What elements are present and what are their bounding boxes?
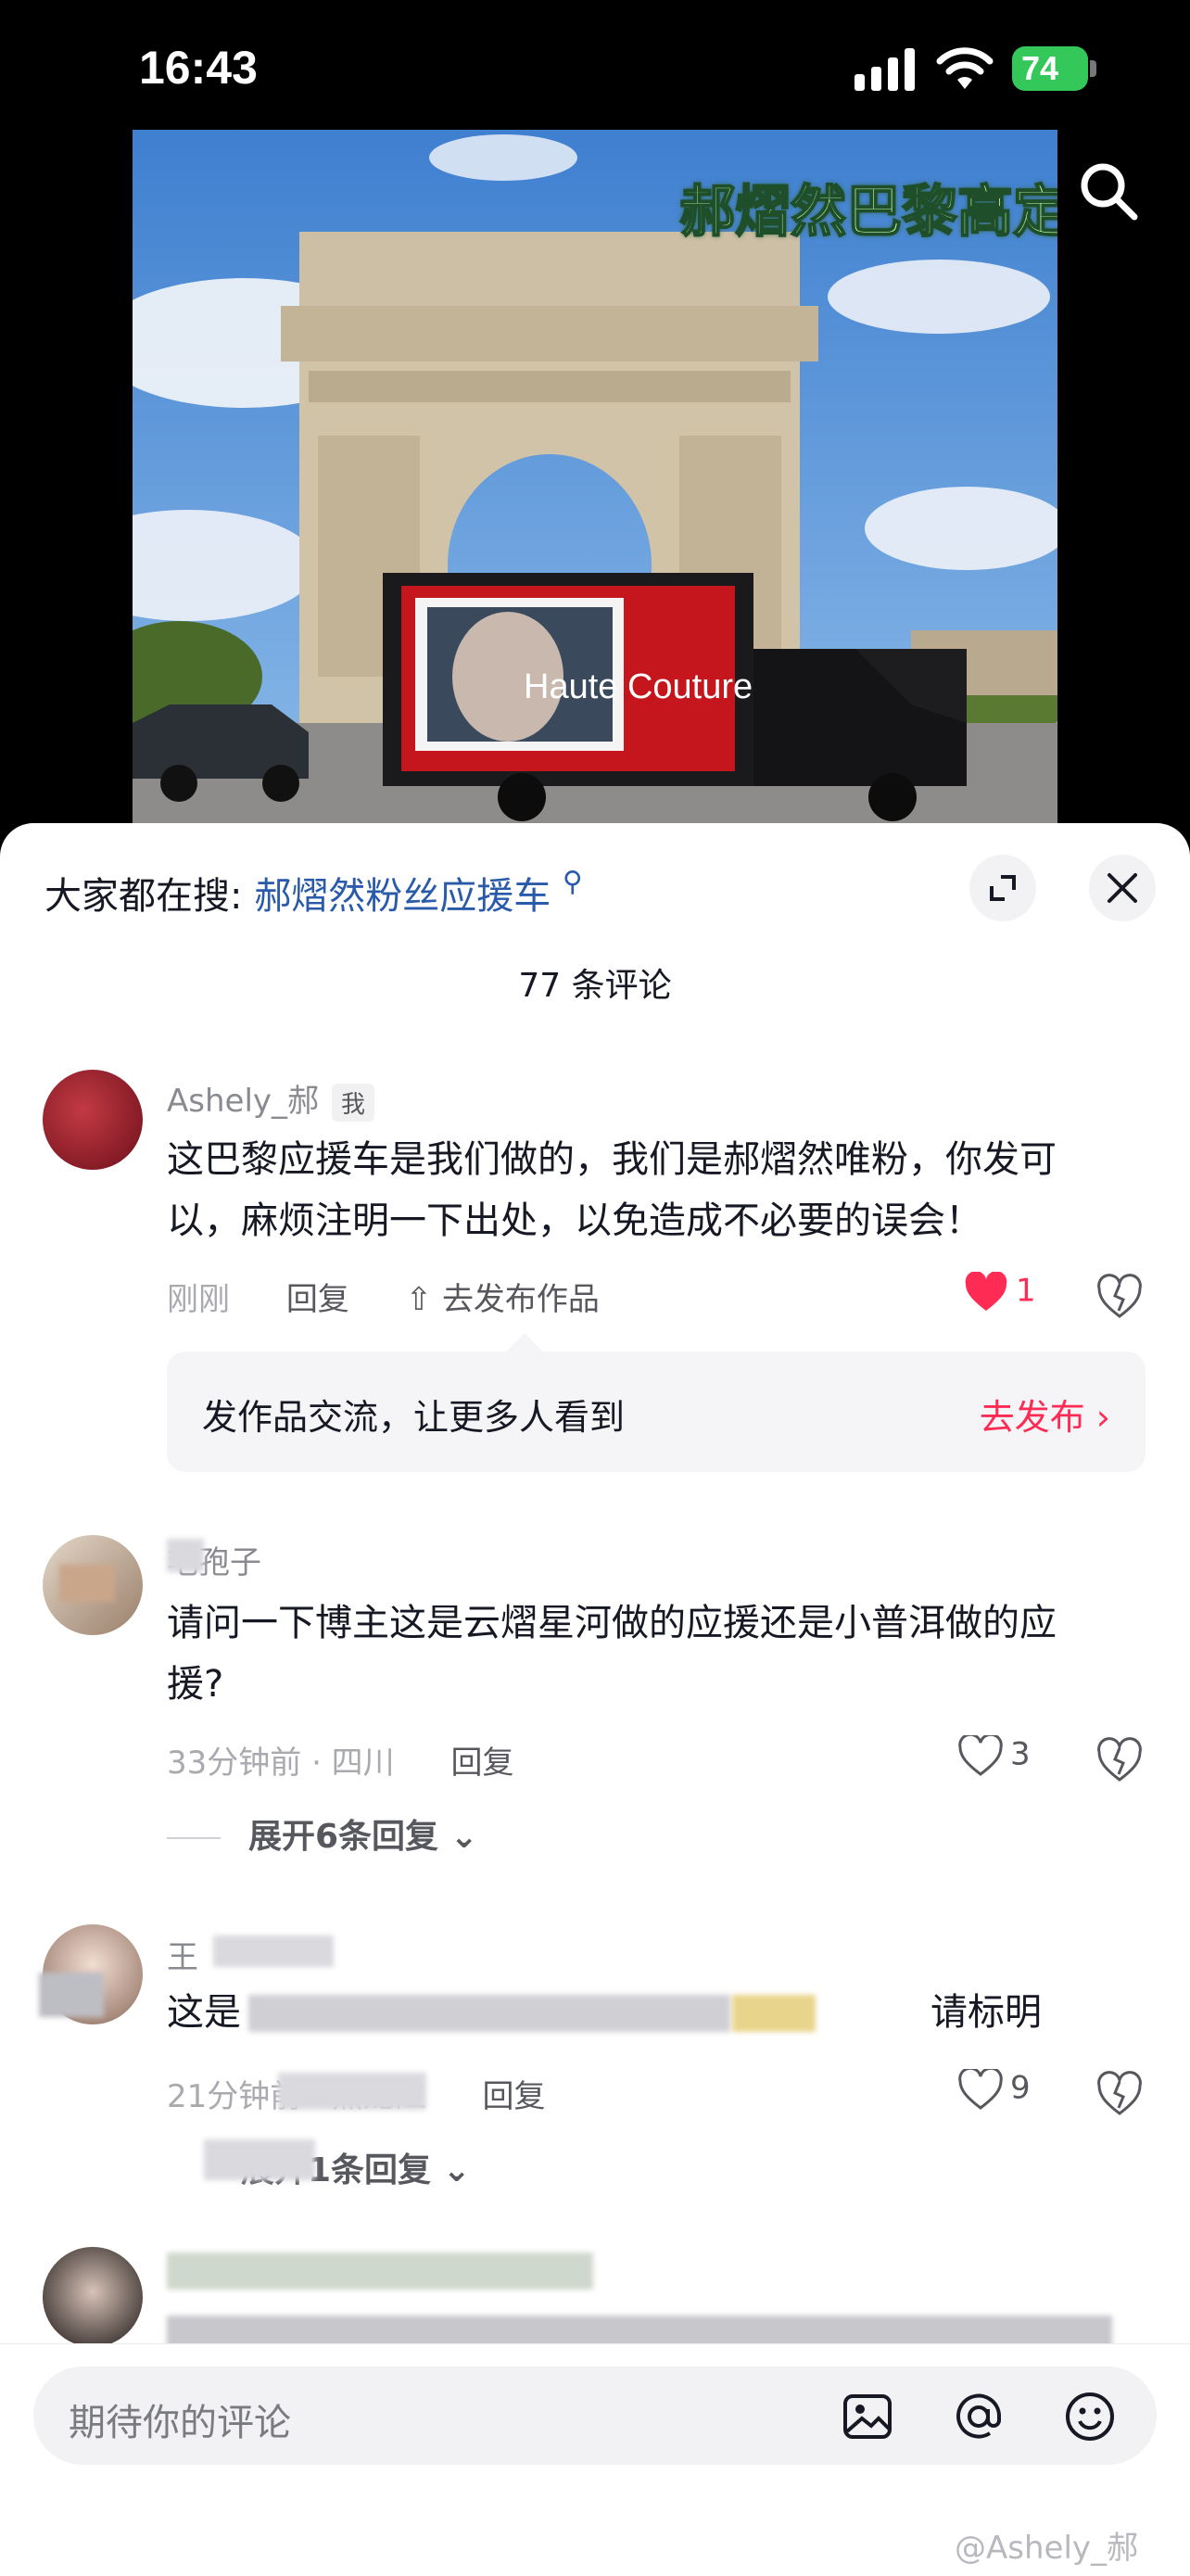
chevron-down-icon: ⌄ xyxy=(442,2151,471,2189)
like-count: 3 xyxy=(1010,1735,1031,1773)
publish-prompt-text: 发作品交流，让更多人看到 xyxy=(202,1397,626,1438)
close-button[interactable] xyxy=(1089,855,1156,921)
status-bar: 16:43 74 xyxy=(0,0,1190,130)
dislike-icon[interactable] xyxy=(1095,2069,1144,2117)
comment-meta: 刚刚 回复 ⇧ 去发布作品 xyxy=(167,1274,600,1319)
publish-prompt-action[interactable]: 去发布 › xyxy=(980,1389,1110,1440)
at-icon[interactable] xyxy=(953,2391,1005,2443)
username-text: Ashely_郝 xyxy=(167,1083,320,1120)
avatar[interactable] xyxy=(43,1070,143,1170)
comment-text-end: 请标明 xyxy=(930,1991,1042,2034)
close-icon xyxy=(1108,873,1137,903)
video-player[interactable]: Haute Couture 郝熠然巴黎高定 xyxy=(133,130,1057,823)
like-button[interactable]: 9 xyxy=(958,2066,1031,2110)
status-time: 16:43 xyxy=(139,42,258,94)
hot-search-prefix: 大家都在搜: xyxy=(44,875,243,918)
heart-outline-icon xyxy=(958,1732,1003,1776)
like-count: 9 xyxy=(1010,2069,1031,2107)
comment-time: 刚刚 xyxy=(167,1281,230,1318)
reply-button[interactable]: 回复 xyxy=(286,1281,349,1318)
reply-button[interactable]: 回复 xyxy=(451,1745,514,1782)
truck-text: Haute Couture xyxy=(524,667,753,706)
comment-count: 77 条评论 xyxy=(518,967,672,1005)
comment-text-start: 这是 xyxy=(167,1991,241,2034)
hot-search-term[interactable]: 郝熠然粉丝应援车 xyxy=(254,875,551,918)
watermark: @Ashely_郝 xyxy=(955,2530,1139,2567)
expand-replies-label: 展开6条回复 xyxy=(248,1818,439,1856)
battery-icon: 74 xyxy=(1012,46,1097,91)
comment-input[interactable]: 期待你的评论 xyxy=(33,2367,1157,2465)
reply-button[interactable]: 回复 xyxy=(483,2078,546,2115)
comment-username[interactable]: 王 xyxy=(167,1932,198,1977)
emoji-icon[interactable] xyxy=(1064,2391,1116,2443)
comment-input-placeholder: 期待你的评论 xyxy=(69,2402,291,2444)
publish-prompt-card[interactable]: 发作品交流，让更多人看到 去发布 › xyxy=(167,1351,1146,1472)
avatar[interactable] xyxy=(43,2247,143,2347)
battery-level: 74 xyxy=(1012,46,1088,91)
image-icon[interactable] xyxy=(842,2391,893,2443)
comment-time: 33分钟前 · 四川 xyxy=(167,1745,395,1782)
hot-search-bar[interactable]: 大家都在搜: 郝熠然粉丝应援车 ⚲ xyxy=(44,866,583,920)
comment-username[interactable]: Ashely_郝我 xyxy=(167,1075,375,1122)
expand-replies-button[interactable]: 展开6条回复 ⌄ xyxy=(167,1809,478,1858)
video-title: 郝熠然巴黎高定 xyxy=(678,179,1057,246)
me-badge: 我 xyxy=(332,1084,375,1122)
like-button[interactable]: 3 xyxy=(958,1732,1031,1776)
dislike-icon[interactable] xyxy=(1095,1272,1144,1320)
comment-sheet: 大家都在搜: 郝熠然粉丝应援车 ⚲ 77 条评论 Ashely_郝我 这巴黎应援… xyxy=(0,823,1190,2575)
like-count: 1 xyxy=(1016,1272,1036,1310)
upload-icon: ⇧ xyxy=(405,1281,433,1318)
comment-text: 请问一下博主这是云熠星河做的应援还是小普洱做的应援? xyxy=(167,1602,1057,1706)
heart-outline-icon xyxy=(958,2066,1003,2110)
chevron-down-icon: ⌄ xyxy=(449,1818,478,1856)
wifi-icon xyxy=(936,47,994,89)
fullscreen-button[interactable] xyxy=(969,855,1036,921)
like-button[interactable]: 1 xyxy=(964,1271,1036,1313)
comment-text: 这巴黎应援车是我们做的，我们是郝熠然唯粉，你发可以，麻烦注明一下出处，以免造成不… xyxy=(167,1138,1057,1242)
comment-input-bar: 期待你的评论 @Ashely_郝 xyxy=(0,2343,1190,2576)
signal-icon xyxy=(855,48,915,91)
comment-meta: 33分钟前 · 四川 回复 xyxy=(167,1737,514,1783)
dislike-icon[interactable] xyxy=(1095,1735,1144,1783)
expand-icon xyxy=(990,875,1016,901)
search-icon[interactable] xyxy=(1075,158,1142,224)
publish-work-button[interactable]: ⇧ 去发布作品 xyxy=(406,1281,600,1318)
publish-work-label: 去发布作品 xyxy=(441,1281,600,1318)
heart-filled-icon xyxy=(965,1271,1007,1311)
divider-line xyxy=(167,1837,221,1839)
magnifier-icon: ⚲ xyxy=(562,866,583,898)
